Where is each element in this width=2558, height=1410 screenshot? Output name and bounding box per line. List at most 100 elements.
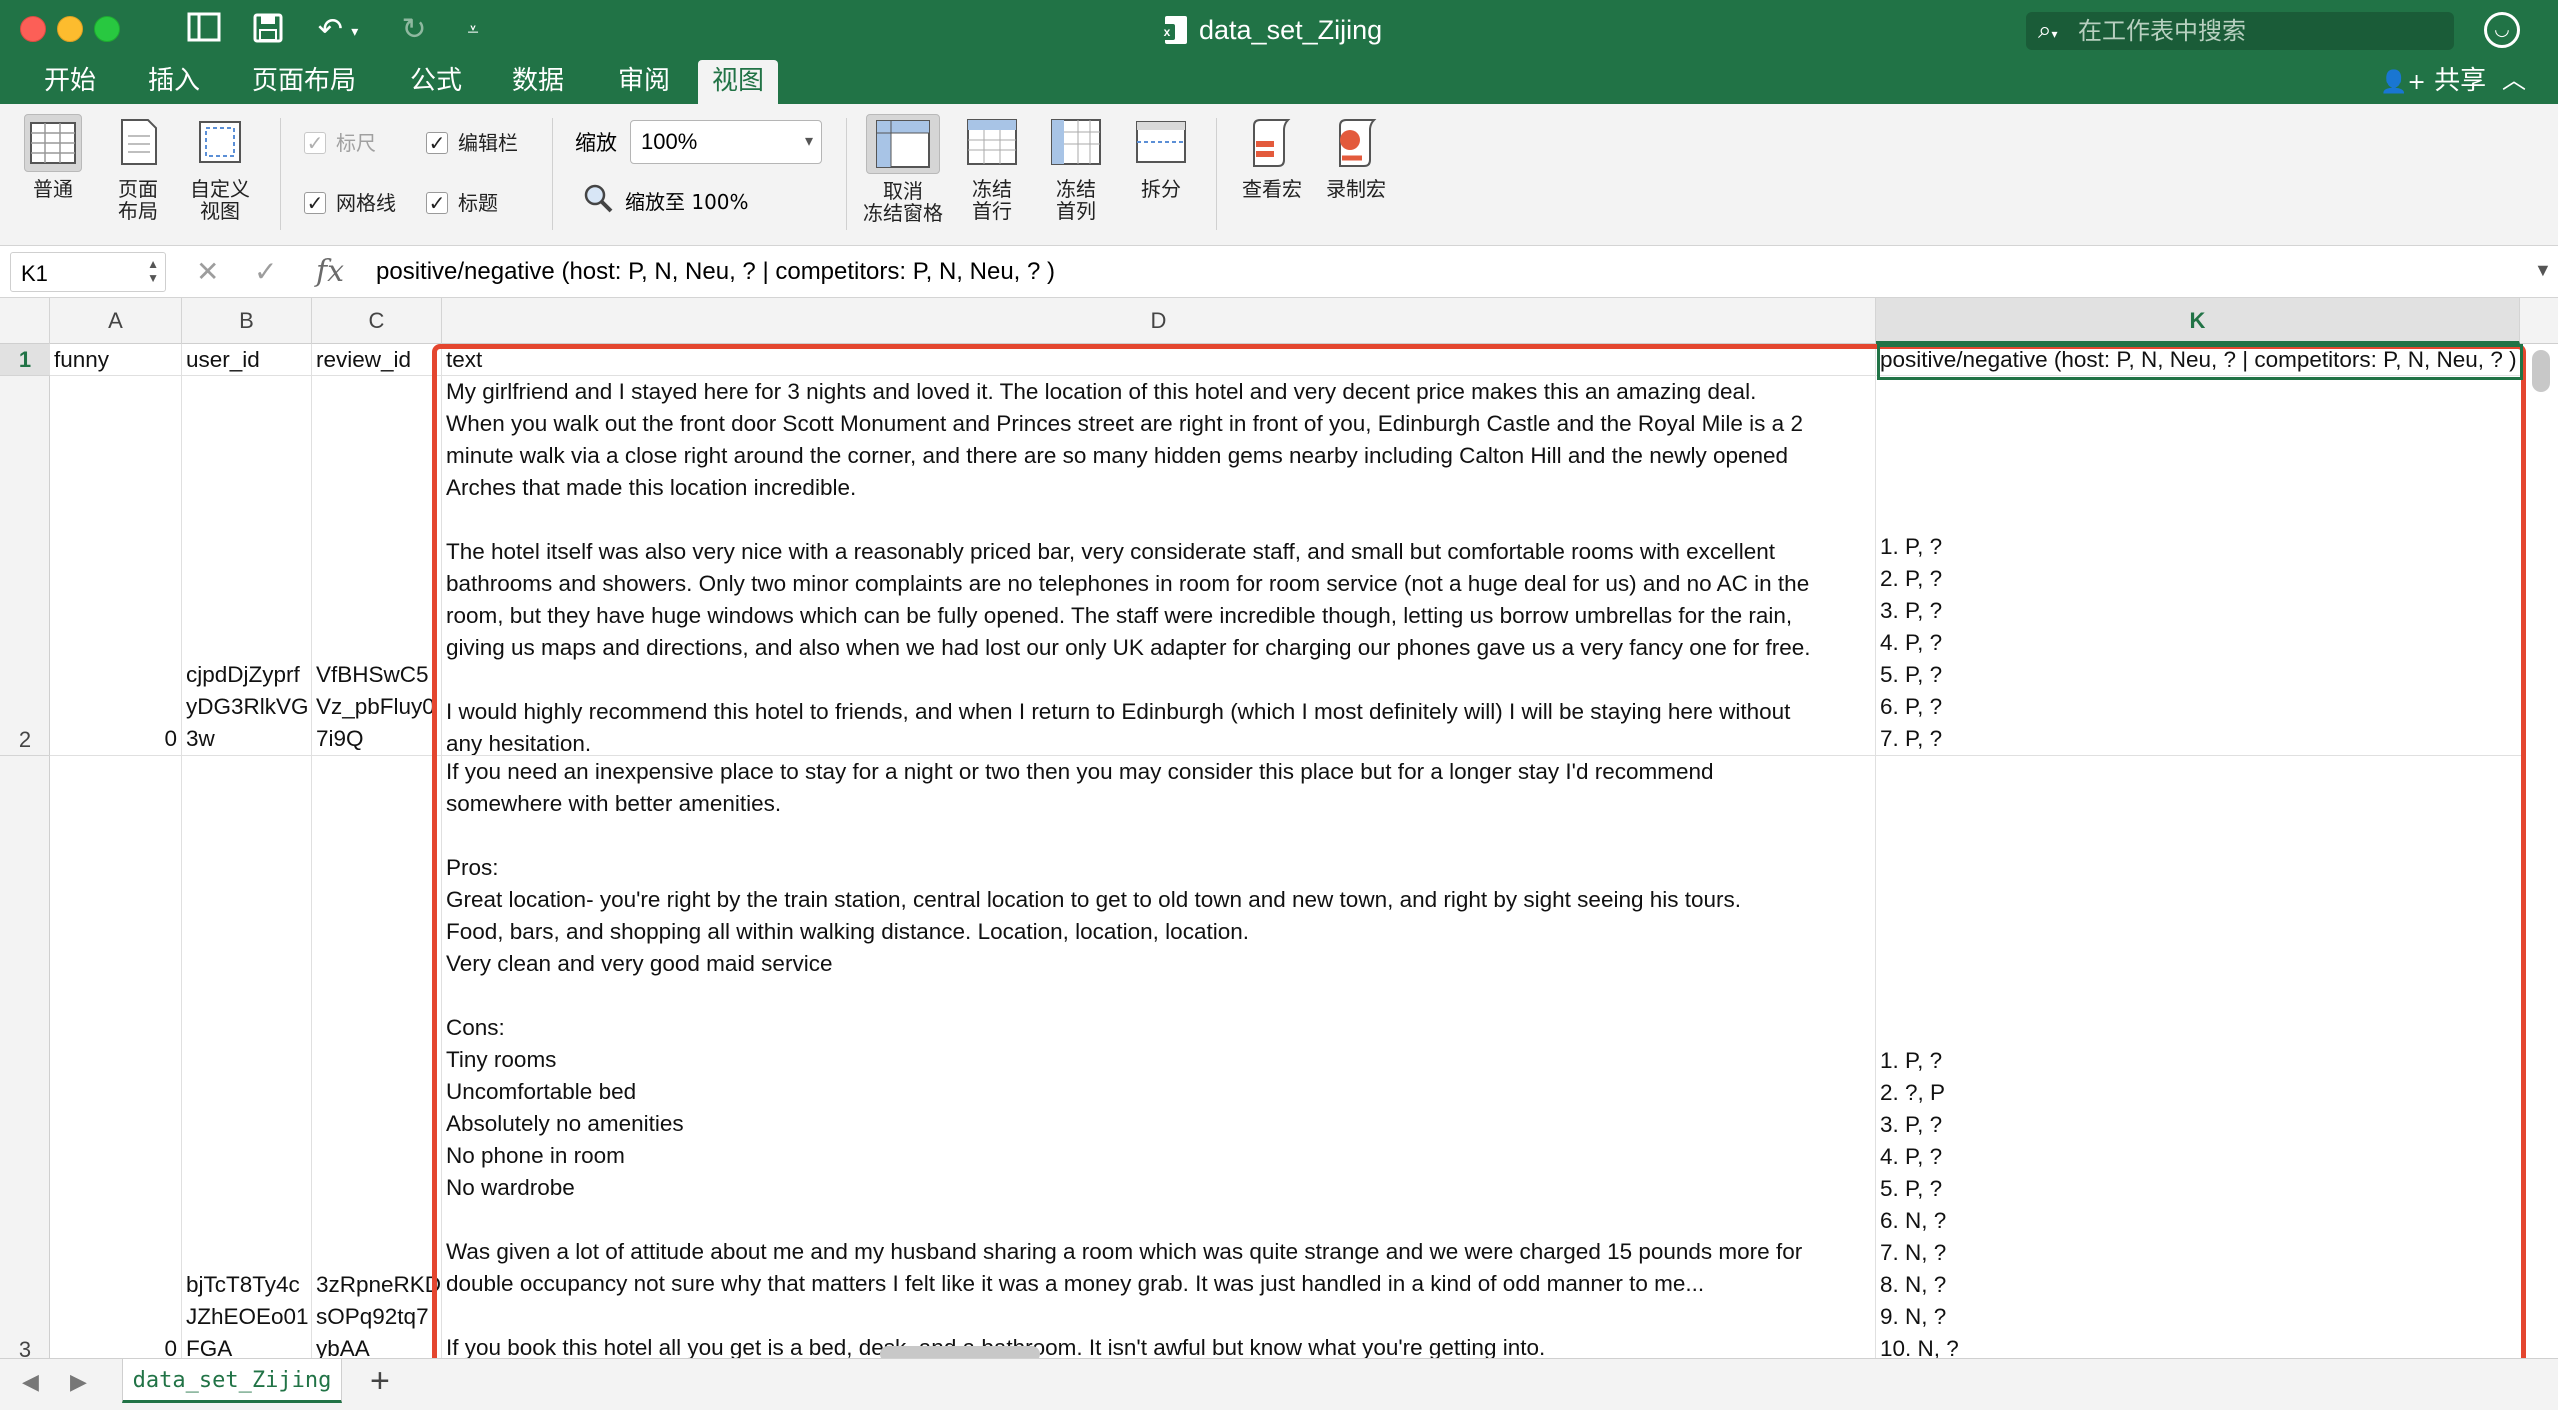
minimize-window-button[interactable] bbox=[57, 16, 83, 42]
vertical-scrollbar-thumb[interactable] bbox=[2532, 350, 2550, 392]
cell-line: 3w bbox=[186, 726, 215, 751]
previous-sheet-icon[interactable]: ◀ bbox=[22, 1369, 39, 1395]
freeze-first-column-button[interactable]: 冻结 首列 bbox=[1042, 114, 1110, 222]
cell-line: 7i9Q bbox=[316, 726, 364, 751]
cell-line: No wardrobe bbox=[446, 1175, 575, 1200]
cell-line: sOPq92tq7 bbox=[316, 1304, 429, 1329]
insert-function-icon[interactable]: fx bbox=[316, 254, 344, 290]
cell-b1[interactable]: user_id bbox=[182, 344, 312, 376]
cell-b3[interactable]: bjTcT8Ty4c JZhEOEo01 FGA bbox=[182, 756, 312, 1358]
cell-c2[interactable]: VfBHSwC5 Vz_pbFluy0 7i9Q bbox=[312, 376, 442, 756]
record-macro-button[interactable]: 录制宏 bbox=[1316, 114, 1396, 200]
cell-k2[interactable]: 1. P, ? 2. P, ? 3. P, ? 4. P, ? 5. P, ? 6. P,… bbox=[1876, 376, 2522, 756]
cell-c3[interactable]: 3zRpneRKD sOPq92tq7 ybAA bbox=[312, 756, 442, 1358]
view-macros-icon bbox=[1243, 114, 1301, 172]
redo-icon[interactable]: ↻ bbox=[394, 12, 434, 48]
tab-home[interactable]: 开始 bbox=[30, 60, 110, 104]
next-sheet-icon[interactable]: ▶ bbox=[70, 1369, 87, 1395]
chevron-down-icon[interactable]: ▼ bbox=[2534, 260, 2552, 281]
headings-checkbox[interactable]: ✓ 标题 bbox=[426, 188, 498, 218]
cell-d3[interactable]: If you need an inexpensive place to stay… bbox=[442, 756, 1876, 1358]
cell-a3[interactable]: 0 bbox=[50, 756, 182, 1358]
cell-line bbox=[446, 1204, 1871, 1236]
custom-view-icon bbox=[191, 114, 249, 172]
cell-line: 8. N, ? bbox=[1880, 1272, 1947, 1297]
save-icon[interactable] bbox=[248, 12, 288, 48]
select-all-corner[interactable] bbox=[0, 298, 50, 344]
column-header-c[interactable]: C bbox=[312, 298, 442, 344]
tab-formulas[interactable]: 公式 bbox=[396, 60, 476, 104]
unfreeze-panes-button[interactable]: 取消 冻结窗格 bbox=[856, 114, 950, 224]
freeze-first-column-icon bbox=[1047, 114, 1105, 172]
cell-line: 5. P, ? bbox=[1880, 1176, 1943, 1201]
unfreeze-label-1: 取消 bbox=[883, 179, 923, 203]
custom-view-button[interactable]: 自定义 视图 bbox=[180, 114, 260, 222]
column-header-b[interactable]: B bbox=[182, 298, 312, 344]
formula-input[interactable]: positive/negative (host: P, N, Neu, ? | … bbox=[376, 256, 1055, 288]
gridlines-checkbox[interactable]: ✓ 网格线 bbox=[304, 188, 396, 218]
formula-bar-checkbox[interactable]: ✓ 编辑栏 bbox=[426, 128, 518, 158]
name-box[interactable]: K1 ▲ ▼ bbox=[10, 252, 166, 292]
name-box-stepper-icon[interactable]: ▲ ▼ bbox=[147, 257, 159, 285]
customize-toolbar-icon[interactable]: ⩡ bbox=[458, 12, 488, 48]
add-sheet-button[interactable]: + bbox=[370, 1363, 390, 1399]
column-header-k[interactable]: K bbox=[1876, 298, 2520, 344]
cell-a1[interactable]: funny bbox=[50, 344, 182, 376]
view-macros-label: 查看宏 bbox=[1242, 177, 1302, 201]
sidebar-toggle-icon[interactable] bbox=[184, 12, 224, 48]
unfreeze-panes-icon bbox=[866, 114, 940, 174]
close-window-button[interactable] bbox=[20, 16, 46, 42]
tab-review[interactable]: 审阅 bbox=[604, 60, 684, 104]
cell-a2[interactable]: 0 bbox=[50, 376, 182, 756]
row-header-2[interactable]: 2 bbox=[0, 376, 50, 756]
column-header-d[interactable]: D bbox=[442, 298, 1876, 344]
confirm-edit-icon[interactable]: ✓ bbox=[254, 254, 277, 290]
cell-line: bathrooms and showers. Only two minor co… bbox=[446, 571, 1810, 596]
maximize-window-button[interactable] bbox=[94, 16, 120, 42]
sheet-tab[interactable]: data_set_Zijing bbox=[122, 1359, 342, 1403]
sheet-search-box[interactable]: ⌕▾ bbox=[2026, 12, 2454, 50]
sentiment-labels-row3: 1. P, ? 2. ?, P 3. P, ? 4. P, ? 5. P, ? 6. N,… bbox=[1880, 1045, 2517, 1358]
tab-view[interactable]: 视图 bbox=[698, 60, 779, 104]
share-button[interactable]: 👤+ 共享 bbox=[2380, 60, 2486, 104]
zoom-to-100-button[interactable]: 缩放至 100% bbox=[583, 184, 749, 218]
cell-line: 7. N, ? bbox=[1880, 1240, 1947, 1265]
cell-k3[interactable]: 1. P, ? 2. ?, P 3. P, ? 4. P, ? 5. P, ? 6. N,… bbox=[1876, 756, 2522, 1358]
headings-check-icon: ✓ bbox=[426, 192, 448, 214]
normal-view-button[interactable]: 普通 bbox=[14, 114, 92, 200]
undo-icon[interactable]: ↶ ▾ bbox=[308, 12, 368, 48]
tab-page-layout[interactable]: 页面布局 bbox=[238, 60, 370, 104]
tab-data[interactable]: 数据 bbox=[498, 60, 578, 104]
cell-line bbox=[446, 1300, 1871, 1332]
cell-d1[interactable]: text bbox=[442, 344, 1876, 376]
cell-line: 4. P, ? bbox=[1880, 1144, 1943, 1169]
row-header-3[interactable]: 3 bbox=[0, 756, 50, 1358]
cell-a3-value: 0 bbox=[164, 1336, 177, 1358]
split-button[interactable]: 拆分 bbox=[1126, 114, 1196, 200]
page-layout-view-button[interactable]: 页面 布局 bbox=[100, 114, 176, 222]
row-header-1[interactable]: 1 bbox=[0, 344, 50, 376]
view-macros-button[interactable]: 查看宏 bbox=[1232, 114, 1312, 200]
freeze-top-row-label-2: 首行 bbox=[972, 199, 1012, 223]
column-header-a[interactable]: A bbox=[50, 298, 182, 344]
search-input[interactable] bbox=[2078, 16, 2438, 46]
cell-line: 7. P, ? bbox=[1880, 726, 1943, 751]
ribbon-tab-bar: 开始 插入 页面布局 公式 数据 审阅 视图 👤+ 共享 ︿ bbox=[0, 60, 2558, 104]
cell-line: When you walk out the front door Scott M… bbox=[446, 411, 1803, 436]
cell-line: bjTcT8Ty4c bbox=[186, 1272, 300, 1297]
collapse-ribbon-icon[interactable]: ︿ bbox=[2502, 60, 2526, 104]
cell-k1[interactable]: positive/negative (host: P, N, Neu, ? | … bbox=[1876, 344, 2522, 376]
feedback-smiley-icon[interactable]: ◡ bbox=[2484, 12, 2520, 48]
column-header-bar: A B C D K bbox=[0, 298, 2558, 344]
cell-c1[interactable]: review_id bbox=[312, 344, 442, 376]
zoom-select[interactable]: 100% ▾ bbox=[630, 120, 822, 164]
title-bar: ↶ ▾ ↻ ⩡ data_set_Zijing ⌕▾ ◡ bbox=[0, 0, 2558, 60]
cell-line: yDG3RlkVG bbox=[186, 694, 309, 719]
cancel-edit-icon[interactable]: ✕ bbox=[196, 254, 219, 290]
tab-insert[interactable]: 插入 bbox=[134, 60, 214, 104]
cell-b2[interactable]: cjpdDjZyprf yDG3RlkVG 3w bbox=[182, 376, 312, 756]
freeze-top-row-button[interactable]: 冻结 首行 bbox=[958, 114, 1026, 222]
cell-d2[interactable]: My girlfriend and I stayed here for 3 ni… bbox=[442, 376, 1876, 756]
cell-line: 1. P, ? bbox=[1880, 534, 1943, 559]
cell-line: Cons: bbox=[446, 1015, 505, 1040]
